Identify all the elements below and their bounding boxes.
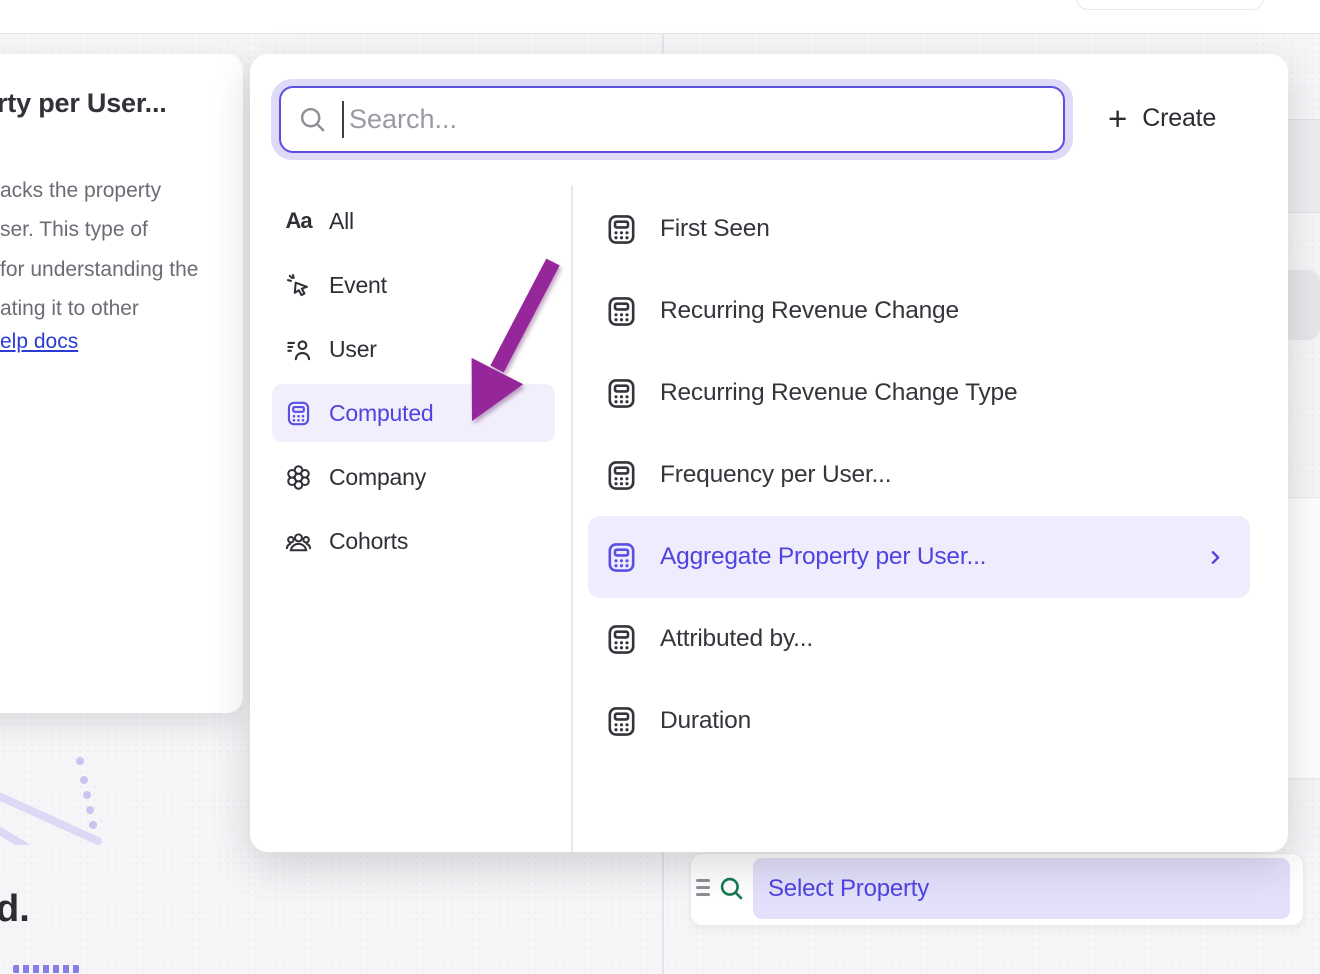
calculator-icon — [605, 459, 638, 492]
sidebar-item-computed[interactable]: Computed — [272, 384, 555, 442]
search-icon — [298, 105, 328, 135]
calculator-icon — [605, 377, 638, 410]
calculator-icon — [605, 705, 638, 738]
sidebar-item-company[interactable]: Company — [272, 448, 555, 506]
property-row[interactable]: Recurring Revenue Change — [588, 270, 1250, 352]
select-property-card: Select Property — [690, 853, 1304, 926]
green-search-icon — [718, 875, 746, 903]
company-cluster-icon — [285, 464, 312, 491]
aa-icon: Aa — [285, 208, 312, 235]
search-input[interactable] — [344, 103, 1063, 136]
chevron-right-icon — [1207, 549, 1224, 566]
create-button-label: Create — [1142, 104, 1216, 133]
sidebar-item-all[interactable]: Aa All — [272, 192, 555, 250]
property-list: First Seen Recurring Revenue Change Recu… — [588, 188, 1250, 762]
plus-icon: + — [1108, 102, 1127, 135]
sidebar-item-cohorts[interactable]: Cohorts — [272, 512, 555, 570]
top-toolbar-pill — [1076, 0, 1264, 10]
cohorts-icon — [285, 528, 312, 555]
property-row[interactable]: Recurring Revenue Change Type — [588, 352, 1250, 434]
calculator-icon — [605, 623, 638, 656]
modal-column-divider — [571, 185, 573, 852]
property-row[interactable]: Frequency per User... — [588, 434, 1250, 516]
select-property-label: Select Property — [768, 875, 929, 903]
property-row[interactable]: Duration — [588, 680, 1250, 762]
tooltip-text-line: for understanding the — [0, 250, 198, 289]
create-button[interactable]: + Create — [1108, 94, 1216, 142]
property-tooltip-card: rty per User... acks the propertyser. Th… — [0, 54, 243, 713]
tooltip-text-line: acks the property — [0, 171, 198, 210]
select-property-button[interactable]: Select Property — [753, 858, 1290, 919]
search-field-halo — [271, 79, 1073, 160]
screen: d. rty per User... acks the propertyser.… — [0, 0, 1320, 974]
calculator-icon — [605, 541, 638, 574]
event-cursor-icon — [285, 272, 312, 299]
top-toolbar-strip — [0, 0, 1320, 34]
property-picker-modal: + Create Aa All Event User Computed Comp… — [250, 54, 1288, 852]
clipped-link-fragment — [13, 965, 79, 973]
tooltip-text-line: ser. This type of — [0, 210, 198, 249]
drag-handle-icon[interactable] — [696, 879, 710, 901]
tooltip-body: acks the propertyser. This type offor un… — [0, 171, 198, 329]
category-list: Aa All Event User Computed Company Cohor… — [272, 192, 555, 576]
clipped-page-heading: d. — [0, 888, 30, 931]
calculator-icon — [285, 400, 312, 427]
help-docs-link[interactable]: elp docs — [0, 330, 78, 354]
calculator-icon — [605, 295, 638, 328]
sidebar-item-user[interactable]: User — [272, 320, 555, 378]
tooltip-text-line: ating it to other — [0, 289, 198, 328]
property-row[interactable]: Aggregate Property per User... — [588, 516, 1250, 598]
property-row[interactable]: First Seen — [588, 188, 1250, 270]
user-icon — [285, 336, 312, 363]
search-field[interactable] — [279, 86, 1065, 153]
sidebar-item-event[interactable]: Event — [272, 256, 555, 314]
calculator-icon — [605, 213, 638, 246]
tooltip-title: rty per User... — [0, 88, 167, 119]
property-row[interactable]: Attributed by... — [588, 598, 1250, 680]
